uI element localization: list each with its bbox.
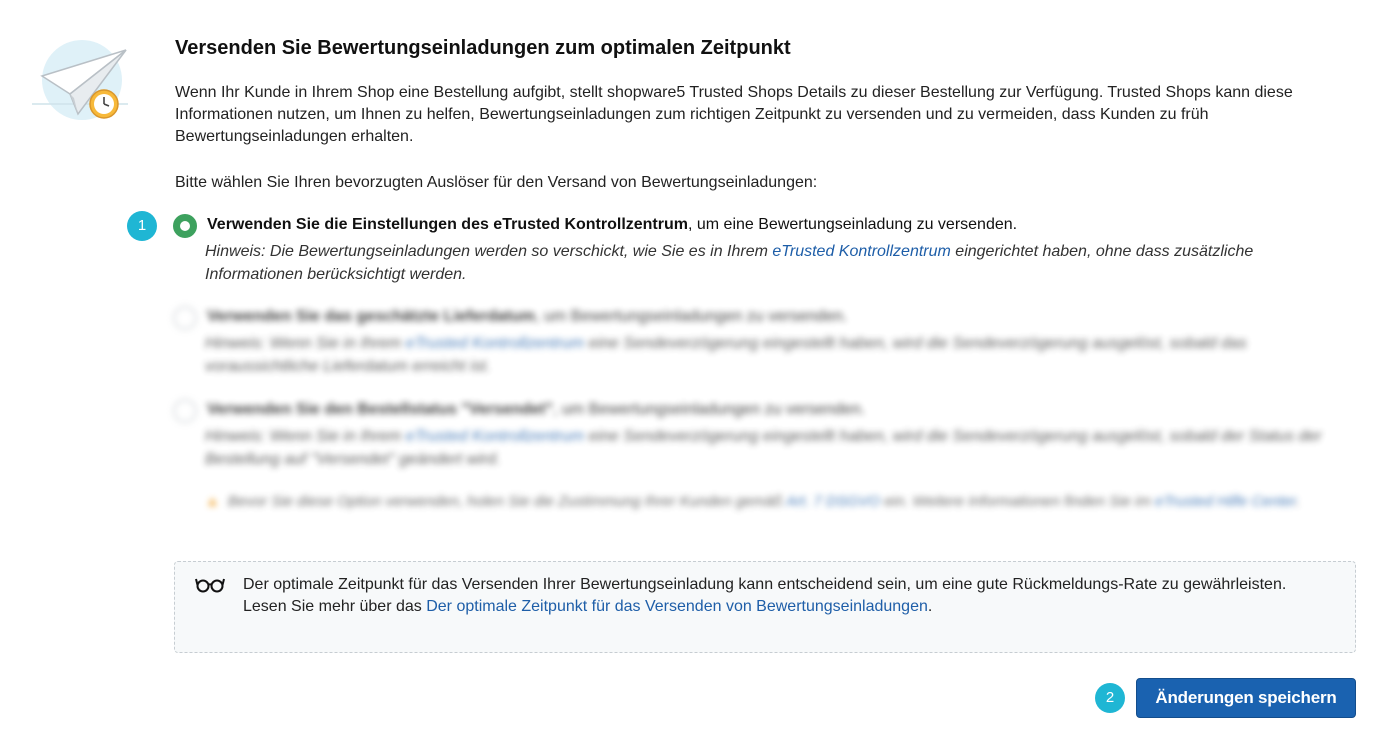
option-etrusted-settings[interactable]: Verwenden Sie die Einstellungen des eTru… [173,213,1333,286]
option-hint: Hinweis: Wenn Sie in Ihrem eTrusted Kont… [205,428,1322,468]
step-badge-2: 2 [1095,683,1125,713]
glasses-icon [195,578,225,593]
optimal-timing-article-link[interactable]: Der optimale Zeitpunkt für das Versenden… [426,598,928,615]
etrusted-control-center-link[interactable]: eTrusted Kontrollzentrum [772,243,950,260]
option-title: Verwenden Sie das geschätzte Lieferdatum… [207,308,848,325]
option-title: Verwenden Sie die Einstellungen des eTru… [207,216,1018,233]
radio-estimated-delivery[interactable] [173,306,197,330]
info-text: Der optimale Zeitpunkt für das Versenden… [243,576,1287,615]
option-estimated-delivery[interactable]: Verwenden Sie das geschätzte Lieferdatum… [173,305,1333,378]
info-box: Der optimale Zeitpunkt für das Versenden… [174,561,1356,653]
gdpr-article-link[interactable]: Art. 7 DSGVO [786,493,880,510]
etrusted-control-center-link[interactable]: eTrusted Kontrollzentrum [406,335,584,352]
paper-plane-clock-icon [32,40,128,120]
radio-etrusted-settings[interactable] [173,214,197,238]
option-title: Verwenden Sie den Bestellstatus "Versend… [207,401,866,418]
help-center-link[interactable]: eTrusted Hilfe Center [1155,493,1296,510]
main-content: Versenden Sie Bewertungseinladungen zum … [175,36,1355,194]
warning-triangle-icon: ▲ [205,493,220,510]
radio-order-status-shipped[interactable] [173,399,197,423]
trigger-prompt: Bitte wählen Sie Ihren bevorzugten Auslö… [175,174,818,191]
step-badge-1: 1 [127,211,157,241]
page-title: Versenden Sie Bewertungseinladungen zum … [175,37,791,59]
option-order-status-shipped[interactable]: Verwenden Sie den Bestellstatus "Versend… [173,398,1333,471]
option-hint: Hinweis: Wenn Sie in Ihrem eTrusted Kont… [205,335,1247,375]
intro-text: Wenn Ihr Kunde in Ihrem Shop eine Bestel… [175,84,1293,145]
save-changes-button[interactable]: Änderungen speichern [1136,678,1356,718]
option-hint: Hinweis: Die Bewertungseinladungen werde… [205,243,1254,283]
consent-warning: ▲ Bevor Sie diese Option verwenden, holen… [205,490,1325,513]
etrusted-control-center-link[interactable]: eTrusted Kontrollzentrum [406,428,584,445]
